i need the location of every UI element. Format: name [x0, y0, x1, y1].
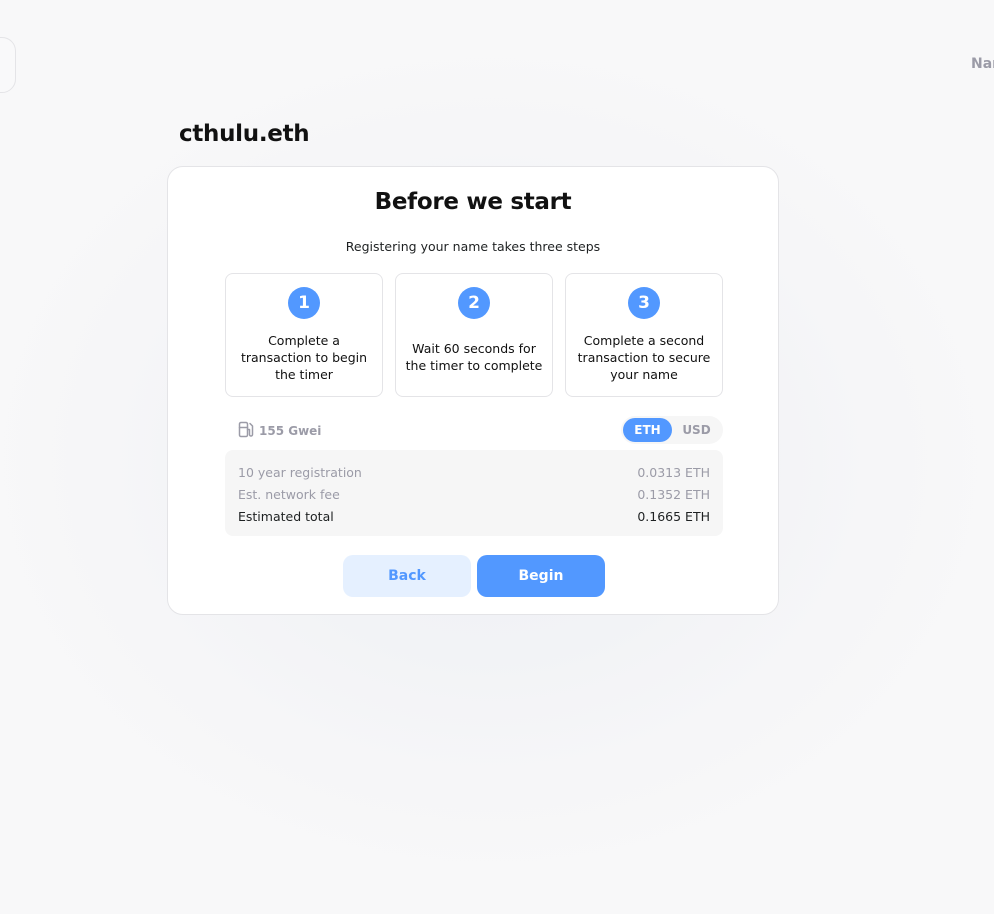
card-subtitle: Registering your name takes three steps	[345, 239, 601, 254]
step-card: 3 Complete a second transaction to secur…	[565, 273, 723, 397]
back-button[interactable]: Back	[343, 555, 471, 597]
currency-option-usd[interactable]: USD	[672, 418, 721, 442]
fee-row: Est. network fee 0.1352 ETH	[238, 484, 710, 506]
fee-row: 10 year registration 0.0313 ETH	[238, 462, 710, 484]
card-title: Before we start	[374, 189, 572, 215]
step-card: 1 Complete a transaction to begin the ti…	[225, 273, 383, 397]
step-card: 2 Wait 60 seconds for the timer to compl…	[395, 273, 553, 397]
fee-label: Estimated total	[238, 509, 334, 524]
registration-card: Before we start Registering your name ta…	[167, 166, 779, 615]
fee-value: 0.0313 ETH	[637, 465, 710, 480]
gas-pump-icon	[238, 421, 256, 441]
gas-price-value: 155 Gwei	[259, 424, 322, 438]
step-number-badge: 2	[458, 287, 490, 319]
fee-total-row: Estimated total 0.1665 ETH	[238, 506, 710, 528]
fee-value: 0.1352 ETH	[637, 487, 710, 502]
currency-toggle: ETH USD	[621, 416, 723, 444]
step-number-badge: 1	[288, 287, 320, 319]
fee-label: 10 year registration	[238, 465, 362, 480]
fee-value: 0.1665 ETH	[637, 509, 710, 524]
fee-breakdown: 10 year registration 0.0313 ETH Est. net…	[225, 450, 723, 536]
begin-button[interactable]: Begin	[477, 555, 605, 597]
step-description: Wait 60 seconds for the timer to complet…	[405, 341, 543, 373]
step-description: Complete a transaction to begin the time…	[240, 332, 368, 382]
header-menu-button[interactable]	[0, 37, 16, 93]
gas-price: 155 Gwei	[238, 421, 321, 441]
currency-option-eth[interactable]: ETH	[623, 418, 672, 442]
header-nav-link[interactable]: Nar	[971, 56, 994, 72]
step-description: Complete a second transaction to secure …	[577, 332, 711, 382]
page-title: cthulu.eth	[179, 121, 310, 147]
fee-label: Est. network fee	[238, 487, 340, 502]
step-number-badge: 3	[628, 287, 660, 319]
